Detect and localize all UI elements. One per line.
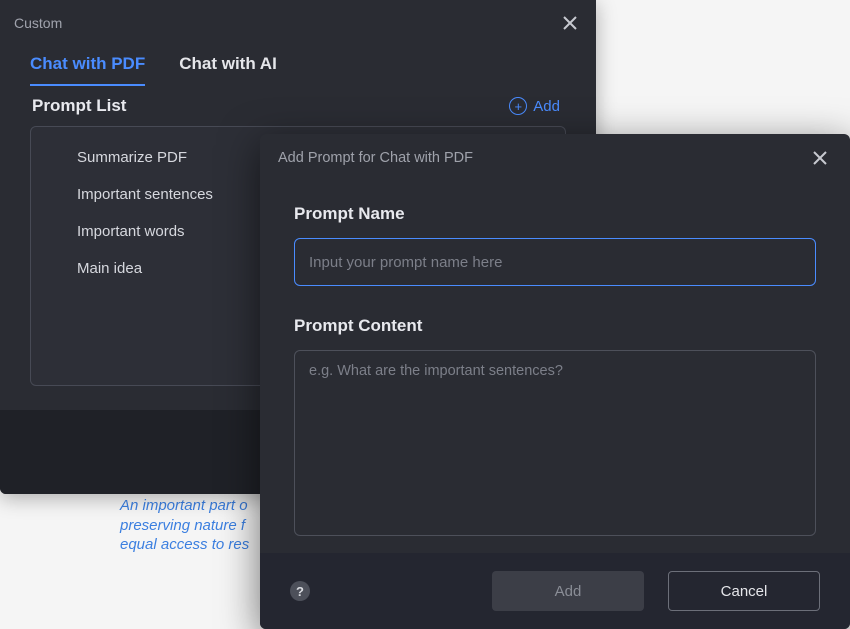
tab-label: Chat with PDF [30,54,145,73]
modal-title: Add Prompt for Chat with PDF [278,150,473,166]
list-item-label: Important sentences [77,186,213,203]
prompt-name-label: Prompt Name [294,204,816,224]
prompt-list-heading: Prompt List [32,96,126,116]
list-item-label: Important words [77,223,185,240]
add-button-label: Add [555,583,582,600]
tab-chat-with-ai[interactable]: Chat with AI [179,54,277,86]
list-item-label: Main idea [77,260,142,277]
doc-line: An important part o [120,496,249,516]
help-glyph: ? [296,584,304,599]
tabs: Chat with PDF Chat with AI [0,40,596,86]
add-button[interactable]: Add [492,571,644,611]
background-document-text: An important part o preserving nature f … [120,496,249,555]
panel-title: Custom [14,15,62,31]
add-prompt-modal: Add Prompt for Chat with PDF Prompt Name… [260,134,850,629]
cancel-button-label: Cancel [721,583,768,600]
close-icon[interactable] [558,11,582,35]
help-icon[interactable]: ? [290,581,310,601]
plus-circle-icon: + [509,97,527,115]
tab-label: Chat with AI [179,54,277,73]
list-item-label: Summarize PDF [77,149,187,166]
close-icon[interactable] [808,146,832,170]
doc-line: equal access to res [120,535,249,555]
add-label: Add [533,98,560,115]
prompt-content-label: Prompt Content [294,316,816,336]
prompt-name-input[interactable] [294,238,816,286]
prompt-content-input[interactable] [294,350,816,536]
add-prompt-button[interactable]: + Add [509,97,560,115]
doc-line: preserving nature f [120,516,249,536]
cancel-button[interactable]: Cancel [668,571,820,611]
tab-chat-with-pdf[interactable]: Chat with PDF [30,54,145,86]
